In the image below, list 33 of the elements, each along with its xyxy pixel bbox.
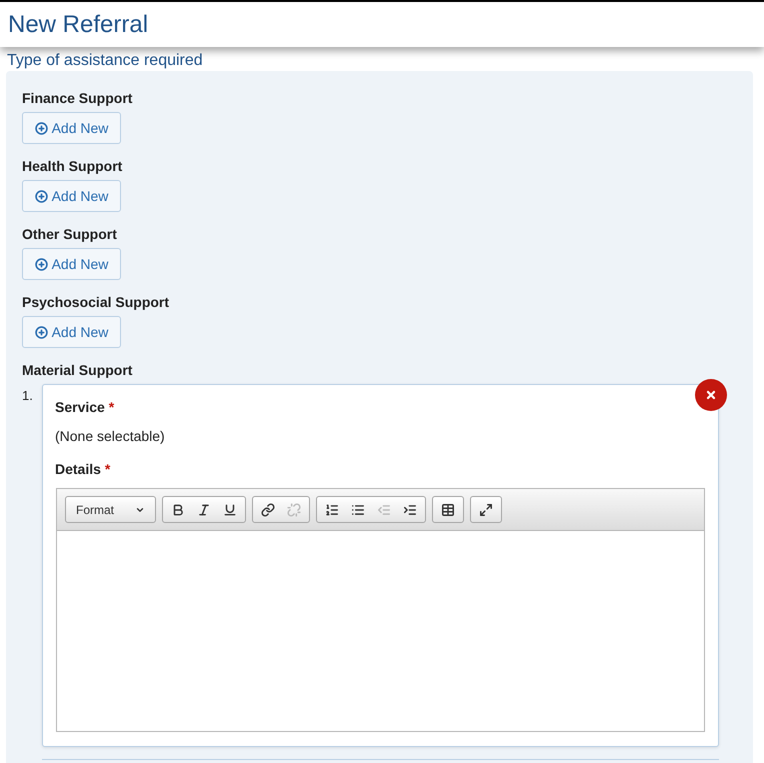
add-new-button[interactable]: Add New — [22, 248, 121, 280]
link-icon — [261, 502, 275, 516]
bold-icon — [171, 502, 185, 516]
italic-icon — [197, 502, 211, 516]
details-label: Details * — [54, 460, 112, 479]
section-title: Psychosocial Support — [22, 293, 170, 312]
close-icon — [705, 389, 717, 401]
service-value: (None selectable) — [54, 427, 166, 446]
list-number: 1. — [22, 387, 34, 405]
unlink-icon — [287, 502, 301, 516]
service-label: Service * — [54, 398, 116, 417]
plus-circle-icon — [34, 122, 48, 134]
plus-circle-icon — [34, 190, 48, 202]
plus-circle-icon — [34, 258, 48, 270]
add-new-button[interactable]: Add New — [22, 316, 121, 348]
maximize-icon — [479, 502, 493, 516]
add-new-button[interactable]: Add New — [22, 112, 121, 144]
section-title: Material Support — [22, 361, 134, 380]
numbered-list-icon — [325, 502, 339, 516]
add-new-button[interactable]: Add New — [22, 180, 121, 212]
table-icon — [441, 502, 455, 516]
remove-button[interactable] — [695, 379, 727, 411]
subtitle: Type of assistance required — [6, 51, 204, 71]
outdent-icon — [377, 502, 391, 516]
bullet-list-icon — [351, 502, 365, 516]
section-title: Other Support — [22, 225, 118, 244]
underline-icon — [223, 502, 237, 516]
plus-circle-icon — [34, 326, 48, 338]
format-dropdown[interactable]: Format — [65, 496, 156, 523]
indent-icon — [403, 502, 417, 516]
section-title: Finance Support — [22, 89, 134, 108]
page-title: New Referral — [8, 10, 148, 40]
section-title: Health Support — [22, 157, 124, 176]
